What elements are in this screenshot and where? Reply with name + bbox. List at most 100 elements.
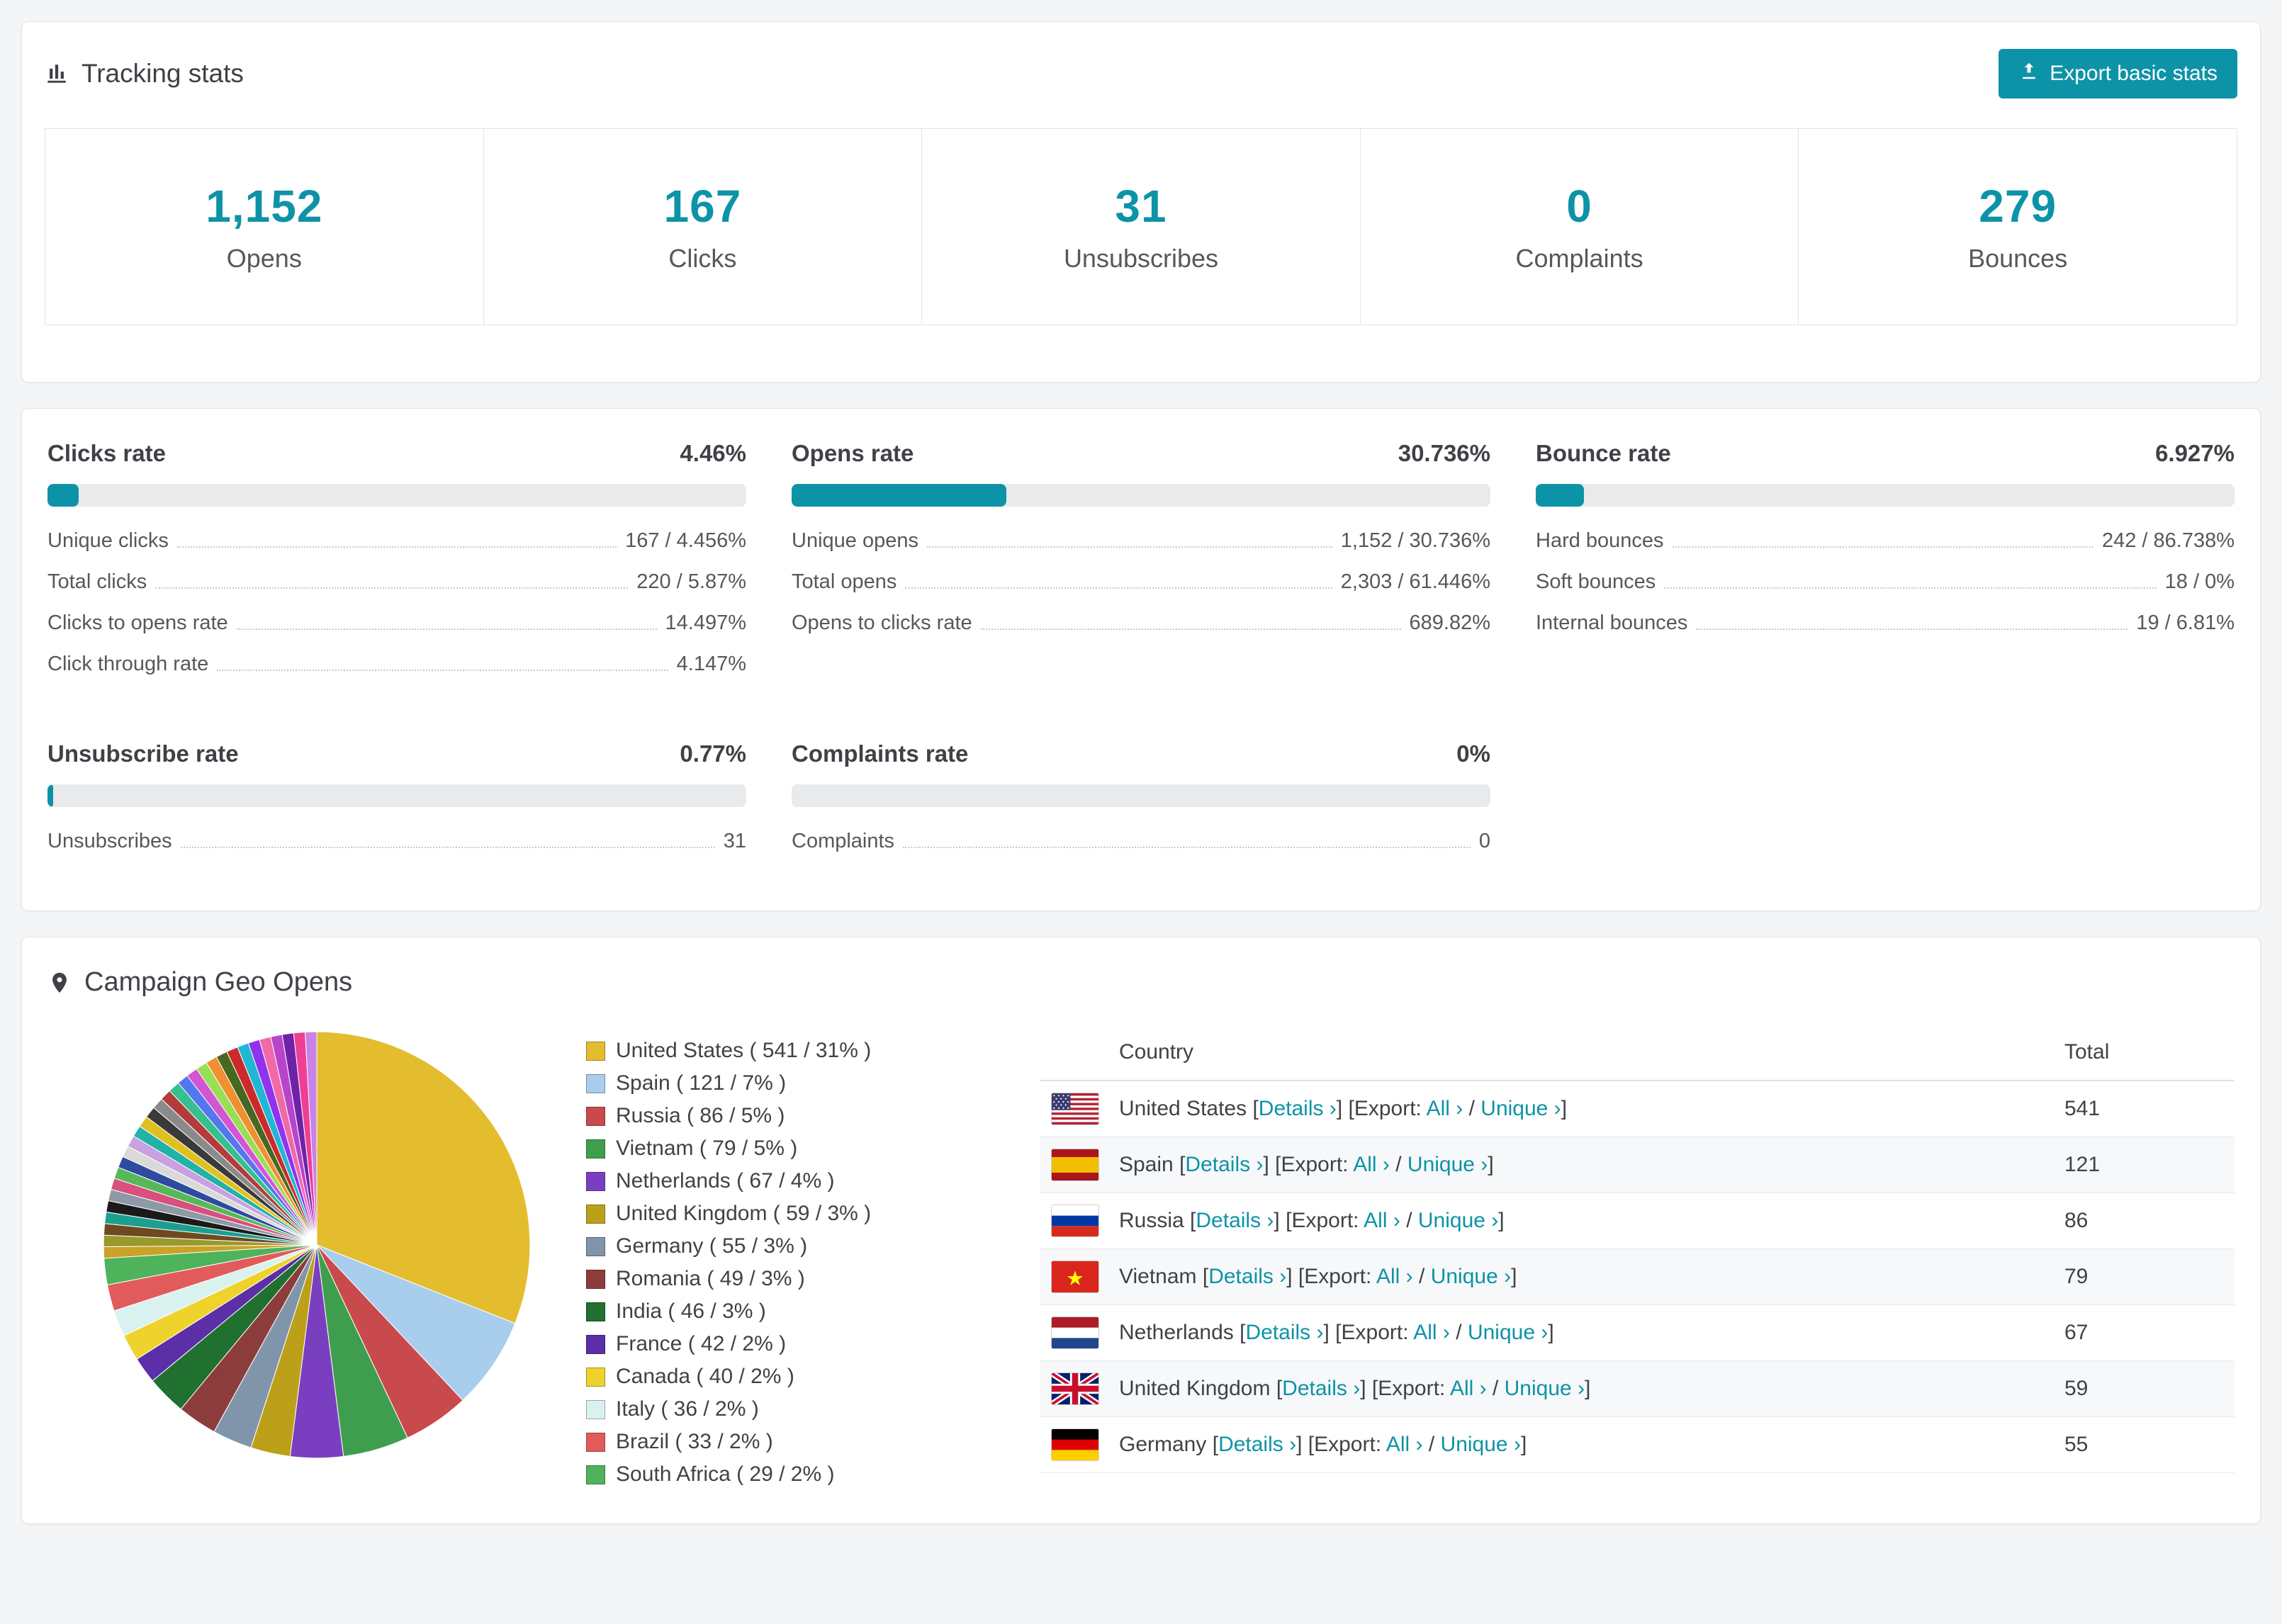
details-link[interactable]: Details › [1245, 1321, 1323, 1344]
geo-table-row-germany: Germany [Details ›] [Export: All › / Uni… [1040, 1416, 2235, 1473]
stat-line: Opens to clicks rate 689.82% [792, 602, 1490, 643]
details-link[interactable]: Details › [1259, 1097, 1337, 1120]
export-unique-link[interactable]: Unique › [1441, 1433, 1521, 1456]
geo-table-row-spain: Spain [Details ›] [Export: All › / Uniqu… [1040, 1137, 2235, 1193]
export-unique-link[interactable]: Unique › [1407, 1153, 1488, 1176]
legend-item-romania[interactable]: Romania ( 49 / 3% ) [586, 1267, 1040, 1291]
stat-box-opens: 1,152 Opens [45, 128, 484, 325]
geo-content: United States ( 541 / 31% ) Spain ( 121 … [47, 1027, 2235, 1495]
country-total: 55 [2064, 1416, 2235, 1473]
unsubscribe-rate-progress-fill [47, 784, 53, 807]
country-total: 59 [2064, 1360, 2235, 1417]
dotted-leader [236, 628, 657, 630]
export-icon [2018, 60, 2040, 87]
bracket: ] [1274, 1209, 1280, 1232]
stat-line-label: Unique clicks [47, 529, 169, 552]
russia-flag-icon [1051, 1205, 1099, 1237]
export-all-link[interactable]: All › [1386, 1433, 1423, 1456]
country-name: Netherlands [1119, 1321, 1234, 1344]
legend-label: South Africa ( 29 / 2% ) [616, 1462, 835, 1486]
stat-line-value: 14.497% [665, 611, 747, 634]
legend-item-netherlands[interactable]: Netherlands ( 67 / 4% ) [586, 1169, 1040, 1193]
bounces-label: Bounces [1968, 244, 2068, 273]
dotted-leader [217, 670, 668, 671]
unsubscribes-label: Unsubscribes [1063, 244, 1219, 273]
legend-label: India ( 46 / 3% ) [616, 1299, 766, 1323]
opens-rate-head: Opens rate 30.736% [792, 440, 1490, 467]
export-all-link[interactable]: All › [1364, 1209, 1400, 1232]
tracking-stats-title: Tracking stats [45, 59, 244, 89]
export-unique-link[interactable]: Unique › [1480, 1097, 1561, 1120]
legend-item-united-states[interactable]: United States ( 541 / 31% ) [586, 1039, 1040, 1063]
stat-line: Click through rate 4.147% [47, 643, 746, 684]
legend-item-vietnam[interactable]: Vietnam ( 79 / 5% ) [586, 1137, 1040, 1161]
legend-swatch [586, 1236, 605, 1256]
dotted-leader [1664, 587, 2157, 589]
bracket: ] [1548, 1321, 1554, 1344]
export-all-link[interactable]: All › [1376, 1265, 1413, 1288]
legend-item-germany[interactable]: Germany ( 55 / 3% ) [586, 1234, 1040, 1258]
bracket: ] [1286, 1265, 1293, 1288]
export-unique-link[interactable]: Unique › [1505, 1377, 1585, 1400]
export-all-link[interactable]: All › [1450, 1377, 1487, 1400]
legend-swatch [586, 1367, 605, 1387]
country-name: Vietnam [1119, 1265, 1197, 1288]
export-unique-link[interactable]: Unique › [1431, 1265, 1511, 1288]
country-total: 541 [2064, 1081, 2235, 1137]
export-all-link[interactable]: All › [1353, 1153, 1390, 1176]
details-link[interactable]: Details › [1208, 1265, 1286, 1288]
stat-line: Complaints 0 [792, 820, 1490, 861]
details-link[interactable]: Details › [1218, 1433, 1296, 1456]
dotted-leader [980, 628, 1401, 630]
legend-label: United Kingdom ( 59 / 3% ) [616, 1202, 872, 1225]
geo-pie-chart[interactable] [99, 1027, 534, 1462]
clicks-rate-progressbar [47, 484, 746, 507]
export-label: [Export: [1371, 1377, 1446, 1400]
details-link[interactable]: Details › [1282, 1377, 1360, 1400]
opens-count: 1,152 [206, 181, 323, 232]
tracking-stats-header: Tracking stats Export basic stats [45, 49, 2237, 98]
stat-line-label: Unique opens [792, 529, 918, 552]
legend-swatch [586, 1139, 605, 1158]
opens-rate-title: Opens rate [792, 440, 914, 466]
legend-item-spain[interactable]: Spain ( 121 / 7% ) [586, 1071, 1040, 1095]
legend-item-brazil[interactable]: Brazil ( 33 / 2% ) [586, 1430, 1040, 1454]
legend-item-france[interactable]: France ( 42 / 2% ) [586, 1332, 1040, 1356]
geo-table-row-united-states: United States [Details ›] [Export: All ›… [1040, 1081, 2235, 1137]
stat-line-label: Total clicks [47, 570, 147, 593]
separator: / [1468, 1097, 1475, 1120]
country-total: 67 [2064, 1304, 2235, 1361]
bracket: [ [1202, 1265, 1209, 1288]
legend-label: France ( 42 / 2% ) [616, 1332, 787, 1355]
legend-item-india[interactable]: India ( 46 / 3% ) [586, 1299, 1040, 1324]
separator: / [1406, 1209, 1412, 1232]
export-all-link[interactable]: All › [1427, 1097, 1463, 1120]
legend-label: Germany ( 55 / 3% ) [616, 1234, 808, 1258]
export-basic-stats-button[interactable]: Export basic stats [1999, 49, 2237, 98]
details-link[interactable]: Details › [1196, 1209, 1274, 1232]
complaints-rate-percent: 0% [1456, 740, 1490, 767]
stat-line-label: Internal bounces [1536, 611, 1688, 634]
bracket: ] [1360, 1377, 1366, 1400]
tracking-stats-title-text: Tracking stats [82, 59, 244, 88]
stat-box-unsubscribes: 31 Unsubscribes [921, 128, 1361, 325]
legend-item-russia[interactable]: Russia ( 86 / 5% ) [586, 1104, 1040, 1128]
export-label: [Export: [1335, 1321, 1409, 1344]
unsubscribe-rate-title: Unsubscribe rate [47, 740, 239, 767]
legend-item-south-africa[interactable]: South Africa ( 29 / 2% ) [586, 1462, 1040, 1487]
separator: / [1492, 1377, 1499, 1400]
export-unique-link[interactable]: Unique › [1468, 1321, 1548, 1344]
legend-item-canada[interactable]: Canada ( 40 / 2% ) [586, 1365, 1040, 1389]
bounce-rate-progress-fill [1536, 484, 1585, 507]
bracket: ] [1498, 1209, 1505, 1232]
legend-label: Spain ( 121 / 7% ) [616, 1071, 787, 1095]
rate-section-unsubscribe: Unsubscribe rate 0.77% Unsubscribes 31 [47, 740, 746, 861]
legend-swatch [586, 1334, 605, 1354]
legend-item-united-kingdom[interactable]: United Kingdom ( 59 / 3% ) [586, 1202, 1040, 1226]
export-all-link[interactable]: All › [1413, 1321, 1450, 1344]
details-link[interactable]: Details › [1185, 1153, 1263, 1176]
export-unique-link[interactable]: Unique › [1418, 1209, 1498, 1232]
dotted-leader [155, 587, 629, 589]
legend-label: Romania ( 49 / 3% ) [616, 1267, 805, 1290]
legend-item-italy[interactable]: Italy ( 36 / 2% ) [586, 1397, 1040, 1421]
